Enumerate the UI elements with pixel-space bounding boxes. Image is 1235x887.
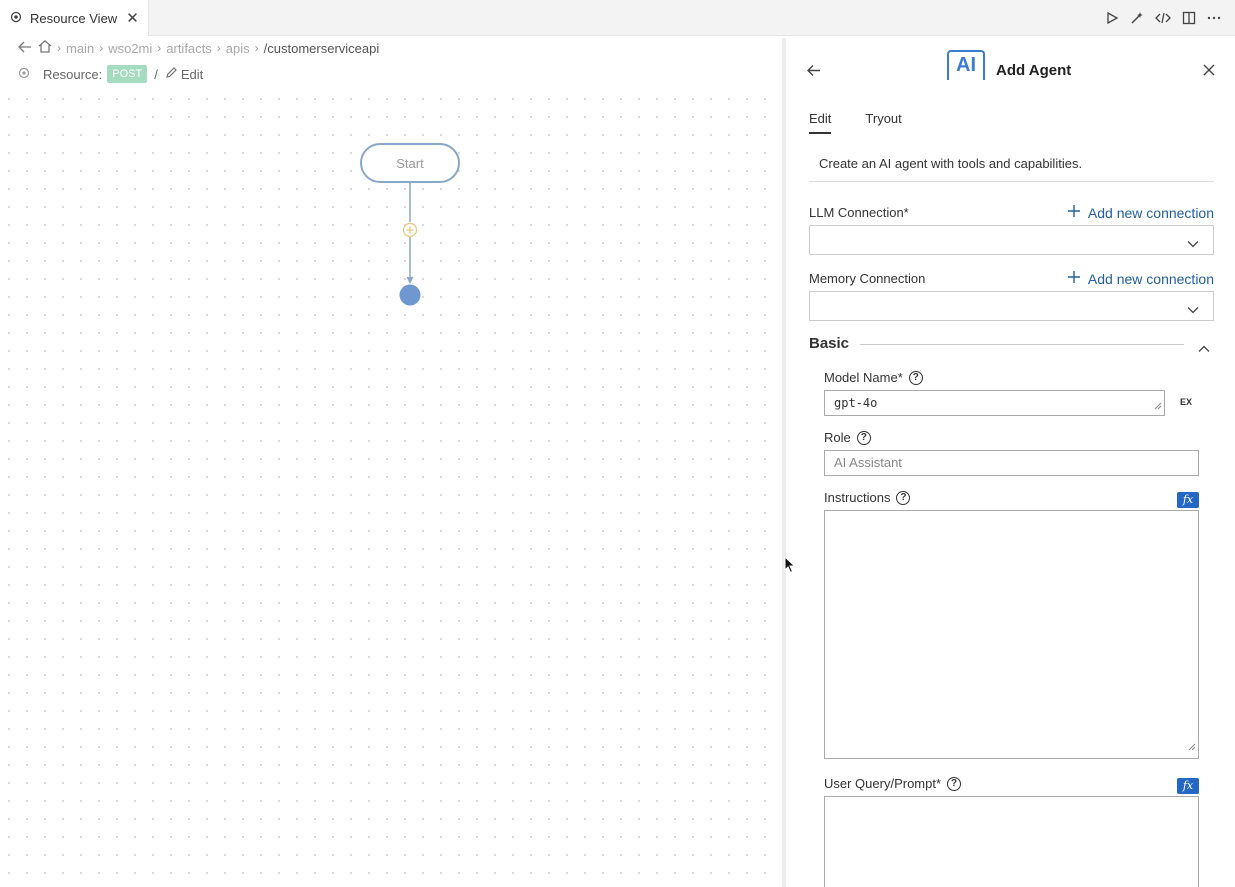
edit-label: Edit — [180, 66, 204, 82]
breadcrumb-item[interactable]: artifacts — [166, 41, 212, 56]
editor-actions — [1105, 0, 1221, 36]
llm-connection-label: LLM Connection* — [809, 205, 909, 220]
tab-edit[interactable]: Edit — [809, 111, 832, 134]
fx-expression-button[interactable]: fx — [1177, 778, 1199, 794]
add-agent-panel: AI Add Agent Edit Tryout Create an AI ag… — [786, 38, 1235, 887]
close-icon[interactable] — [1203, 63, 1215, 81]
help-icon[interactable]: ? — [856, 430, 871, 445]
chevron-right-icon: › — [216, 41, 221, 55]
pencil-icon — [165, 66, 178, 82]
chevron-down-icon — [1187, 235, 1199, 253]
model-name-input[interactable]: gpt-4o — [824, 390, 1165, 416]
role-placeholder: AI Assistant — [834, 455, 902, 470]
model-name-label-text: Model Name* — [824, 370, 903, 385]
add-llm-connection-button[interactable]: Add new connection — [1067, 204, 1214, 221]
add-node-icon[interactable] — [402, 222, 418, 238]
chevron-right-icon: › — [157, 41, 162, 55]
panel-title: Add Agent — [996, 62, 1072, 79]
breadcrumb-item[interactable]: main — [66, 41, 94, 56]
editor-tab-bar: Resource View ✕ — [0, 0, 1235, 36]
ai-agent-logo: AI — [947, 50, 985, 80]
code-icon[interactable] — [1155, 11, 1171, 25]
close-tab-icon[interactable]: ✕ — [126, 9, 139, 27]
llm-connection-label-text: LLM Connection* — [809, 205, 909, 220]
fx-expression-button[interactable]: fx — [1177, 492, 1199, 508]
method-badge: POST — [107, 65, 148, 83]
instructions-textarea[interactable] — [824, 510, 1199, 759]
memory-connection-select[interactable] — [809, 291, 1214, 321]
chevron-up-icon[interactable] — [1198, 340, 1210, 358]
run-icon[interactable] — [1105, 11, 1119, 25]
plus-icon — [1067, 270, 1081, 287]
breadcrumb-item[interactable]: wso2mi — [108, 41, 152, 56]
role-input[interactable]: AI Assistant — [824, 450, 1199, 476]
help-icon[interactable]: ? — [908, 370, 923, 385]
user-query-label: User Query/Prompt* ? — [824, 776, 962, 791]
breadcrumb-current: /customerserviceapi — [263, 40, 380, 56]
edit-resource-button[interactable]: Edit — [165, 66, 203, 82]
split-editor-icon[interactable] — [1182, 11, 1196, 25]
user-query-textarea[interactable] — [824, 796, 1199, 887]
panel-tabs: Edit Tryout — [809, 111, 902, 134]
chevron-right-icon: › — [57, 41, 61, 55]
chevron-down-icon — [1187, 301, 1199, 319]
home-icon[interactable] — [38, 40, 52, 56]
back-arrow-icon[interactable] — [18, 41, 32, 56]
instructions-label-text: Instructions — [824, 490, 891, 505]
back-arrow-icon[interactable] — [806, 64, 821, 82]
resource-view-icon — [10, 11, 22, 26]
resource-icon — [18, 67, 30, 82]
tab-label: Resource View — [30, 10, 118, 26]
chevron-right-icon: › — [254, 41, 259, 55]
resize-handle-icon[interactable] — [1188, 738, 1196, 756]
magic-wand-icon[interactable] — [1130, 11, 1144, 25]
basic-section-heading[interactable]: Basic — [809, 335, 849, 352]
add-connection-label: Add new connection — [1087, 270, 1214, 287]
breadcrumb-item[interactable]: apis — [226, 41, 250, 56]
tab-tryout[interactable]: Tryout — [865, 111, 901, 134]
help-icon[interactable]: ? — [947, 776, 962, 791]
resize-handle-icon[interactable] — [1154, 399, 1162, 413]
add-memory-connection-button[interactable]: Add new connection — [1067, 270, 1214, 287]
model-name-value: gpt-4o — [834, 396, 878, 410]
start-label: Start — [396, 155, 424, 171]
resource-separator: / — [154, 66, 158, 82]
start-node[interactable]: Start — [360, 143, 460, 183]
end-node[interactable] — [398, 284, 422, 308]
add-connection-label: Add new connection — [1087, 204, 1214, 221]
help-icon[interactable]: ? — [896, 490, 911, 505]
memory-connection-label: Memory Connection — [809, 271, 925, 286]
more-actions-icon[interactable] — [1207, 11, 1221, 25]
plus-icon — [1067, 204, 1081, 221]
panel-header: AI Add Agent — [786, 38, 1235, 102]
role-label-text: Role — [824, 430, 851, 445]
memory-connection-label-text: Memory Connection — [809, 271, 926, 286]
role-label: Role ? — [824, 430, 871, 445]
resource-label: Resource: — [43, 66, 103, 82]
tab-resource-view[interactable]: Resource View ✕ — [0, 0, 149, 36]
expression-toggle-button[interactable]: EX — [1180, 397, 1192, 407]
panel-description: Create an AI agent with tools and capabi… — [809, 144, 1214, 182]
model-name-label: Model Name* ? — [824, 370, 923, 385]
chevron-right-icon: › — [99, 41, 104, 55]
mouse-cursor-icon — [784, 555, 796, 579]
user-query-label-text: User Query/Prompt* — [824, 776, 942, 791]
diagram-canvas[interactable] — [0, 90, 782, 887]
instructions-label: Instructions ? — [824, 490, 911, 505]
section-divider — [860, 344, 1184, 345]
breadcrumb: › main › wso2mi › artifacts › apis › /cu… — [18, 38, 379, 58]
resource-header: Resource: POST / Edit — [18, 64, 203, 84]
llm-connection-select[interactable] — [809, 225, 1214, 255]
